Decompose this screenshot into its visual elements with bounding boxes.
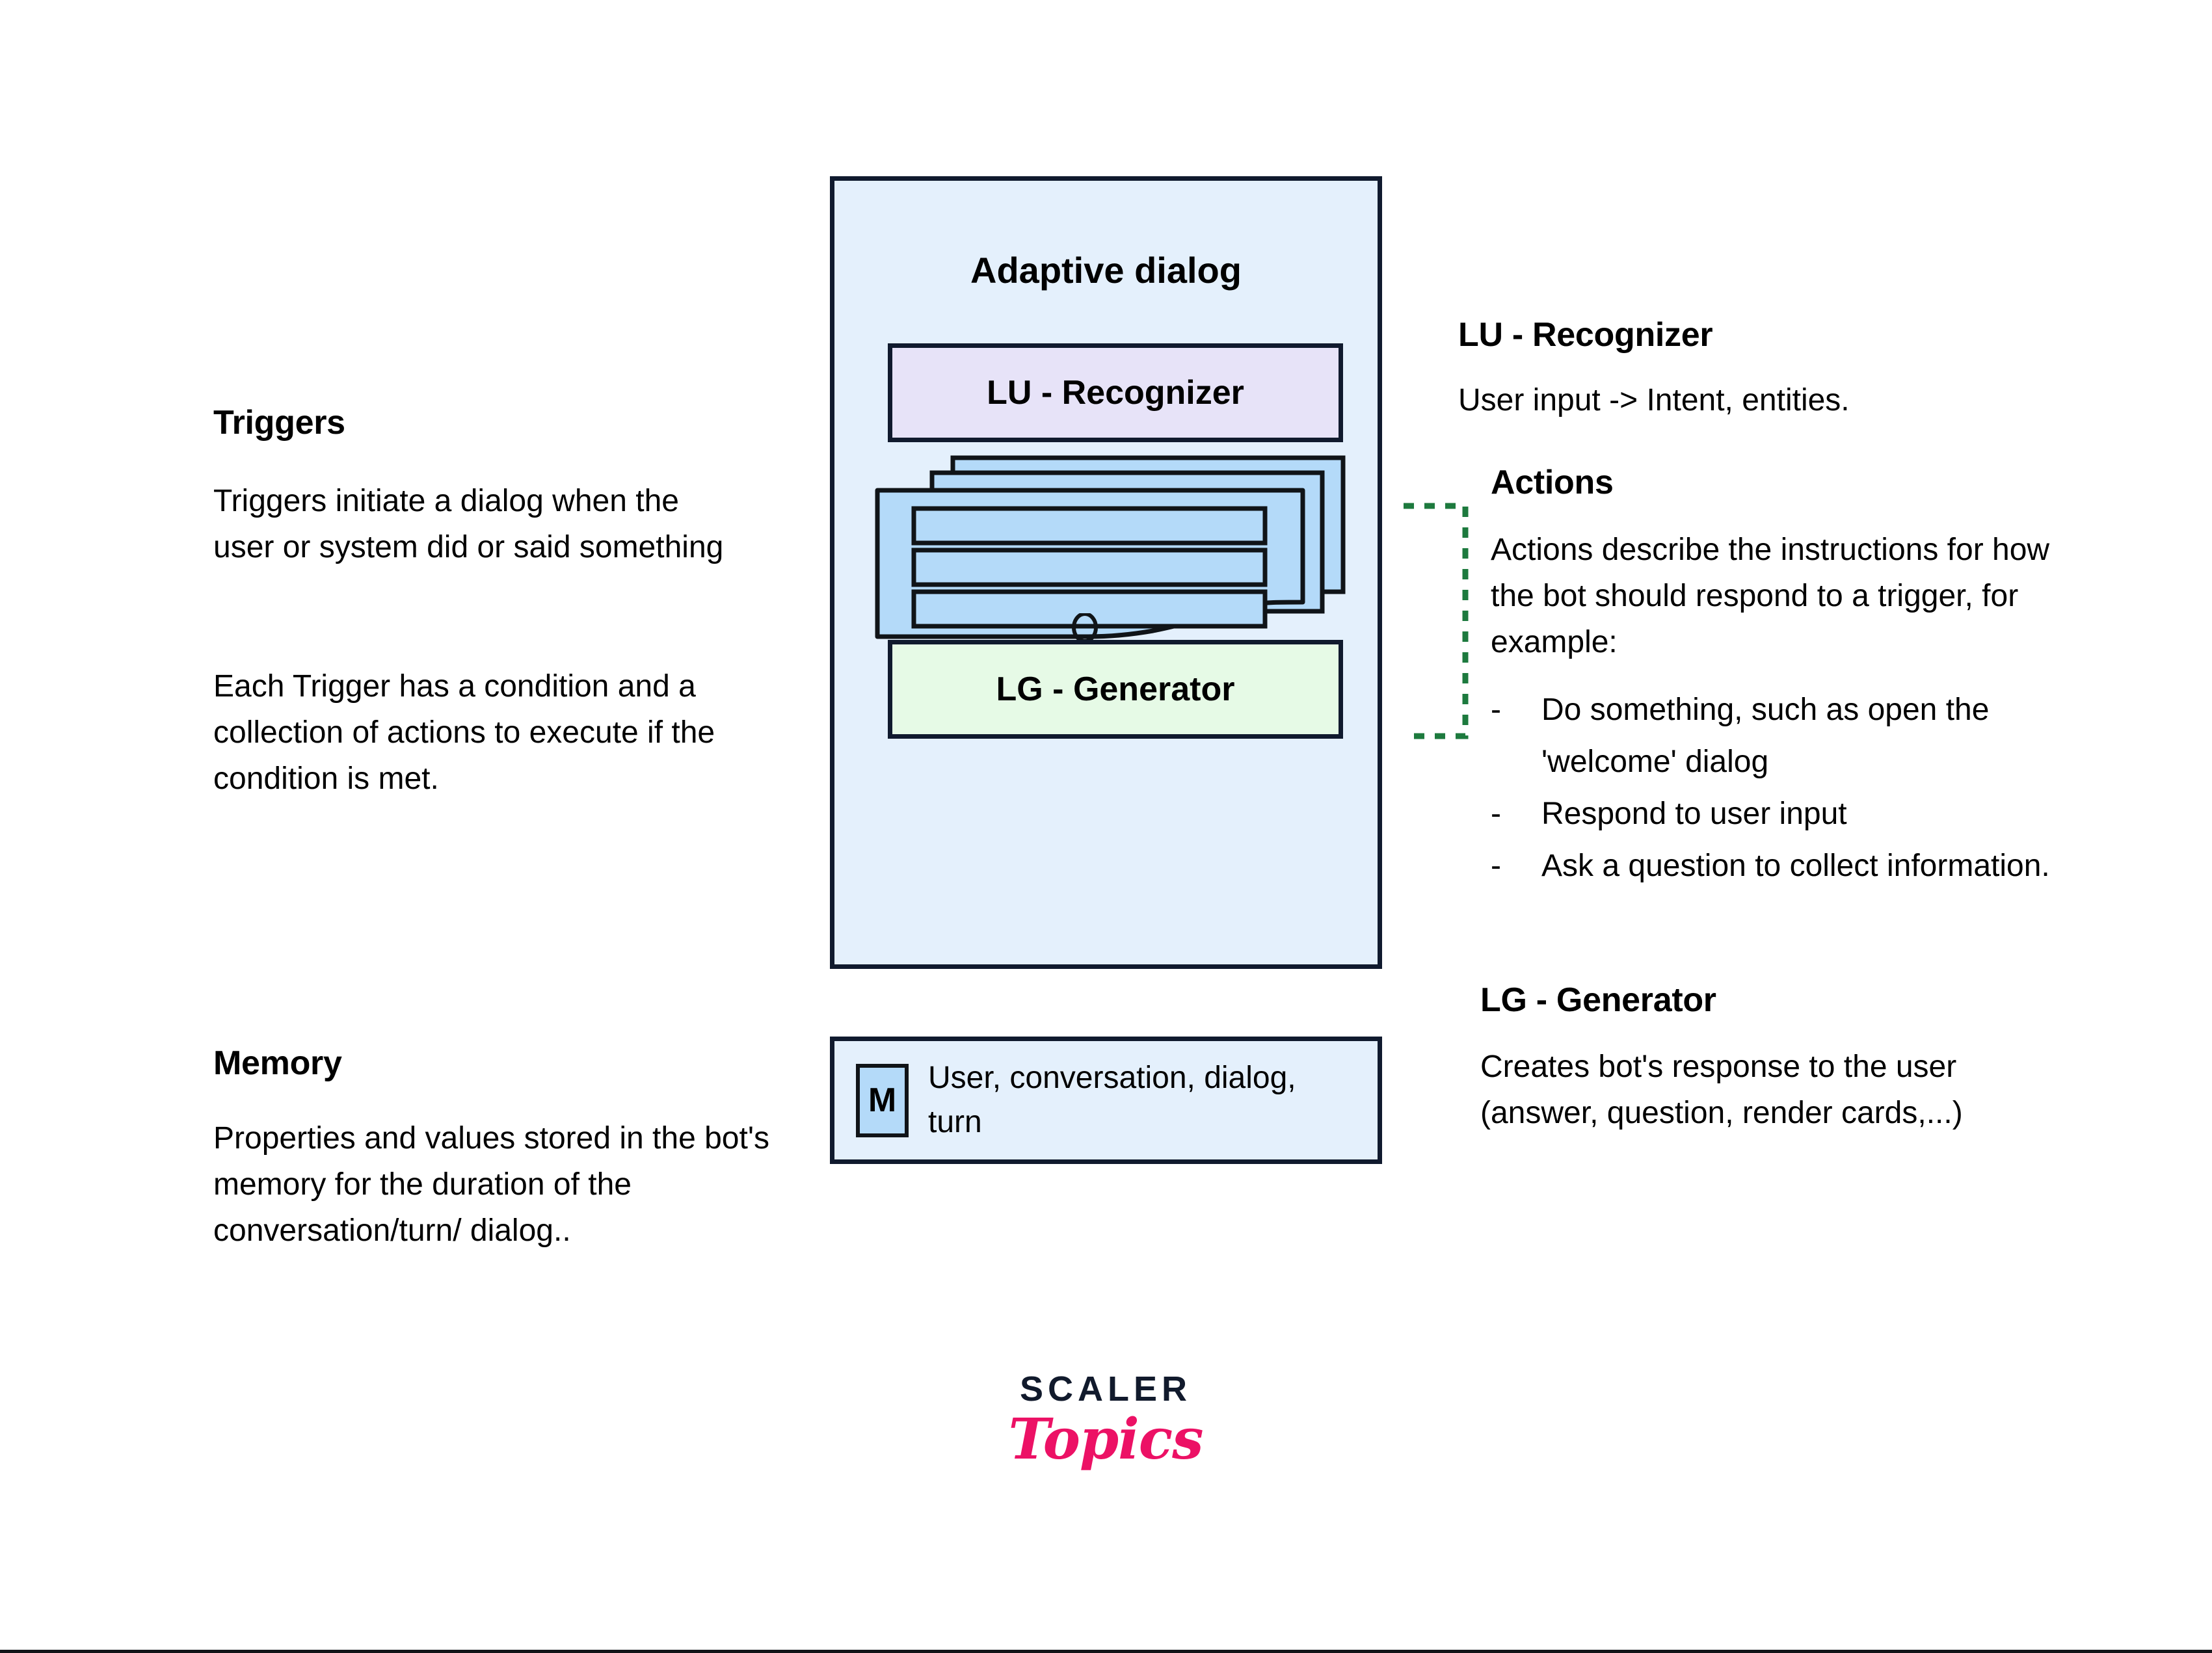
adaptive-dialog-container: Adaptive dialog LU - Recognizer LG - Gen… [830,176,1382,969]
actions-heading: Actions [1491,464,1614,501]
actions-list-item: - Do something, such as open the 'welcom… [1491,684,2076,788]
lu-recognizer-heading: LU - Recognizer [1458,316,1713,354]
lu-recognizer-box: LU - Recognizer [888,343,1343,442]
adaptive-dialog-title: Adaptive dialog [970,250,1242,291]
actions-list-item-text: Ask a question to collect information. [1541,849,2050,883]
lu-recognizer-paragraph: User input -> Intent, entities. [1458,383,1850,417]
logo-script: Topics [1008,1407,1203,1472]
actions-connector-bracket [1404,503,1469,739]
actions-bullet-list: - Do something, such as open the 'welcom… [1491,684,2076,892]
trigger-card-stack [875,455,1346,639]
actions-list-item-text: Do something, such as open the 'welcome'… [1541,693,1990,779]
scaler-topics-logo: SCALER Topics [1002,1369,1210,1468]
lg-generator-heading: LG - Generator [1480,981,1716,1019]
actions-list-item-text: Respond to user input [1541,797,1847,831]
trigger-card-row-1 [911,506,1268,546]
diagram-canvas: Triggers Triggers initiate a dialog when… [0,0,2212,1653]
page-bottom-rule [0,1650,2212,1653]
bullet-dash-icon: - [1491,797,1501,831]
bullet-dash-icon: - [1491,849,1501,883]
lu-recognizer-box-label: LU - Recognizer [987,374,1244,412]
logo-wordmark: SCALER [1019,1369,1192,1408]
triggers-paragraph-1: Triggers initiate a dialog when the user… [213,484,724,564]
memory-strip: M User, conversation, dialog, turn [830,1037,1382,1164]
bullet-dash-icon: - [1491,693,1501,727]
memory-strip-text: User, conversation, dialog, turn [928,1061,1296,1139]
lg-generator-box: LG - Generator [888,640,1343,739]
trigger-card-row-2 [911,548,1268,587]
memory-chip-icon: M [856,1063,909,1137]
lg-generator-box-label: LG - Generator [996,670,1235,708]
memory-paragraph-1: Properties and values stored in the bot'… [213,1121,769,1248]
triggers-heading: Triggers [213,404,345,442]
actions-list-item: - Respond to user input [1491,788,2076,840]
triggers-paragraph-2: Each Trigger has a condition and a colle… [213,669,715,796]
memory-chip-label: M [868,1081,897,1119]
actions-list-item: - Ask a question to collect information. [1491,840,2076,892]
actions-paragraph: Actions describe the instructions for ho… [1491,533,2050,659]
lg-generator-paragraph: Creates bot's response to the user (answ… [1480,1050,1963,1130]
memory-heading: Memory [213,1044,342,1082]
